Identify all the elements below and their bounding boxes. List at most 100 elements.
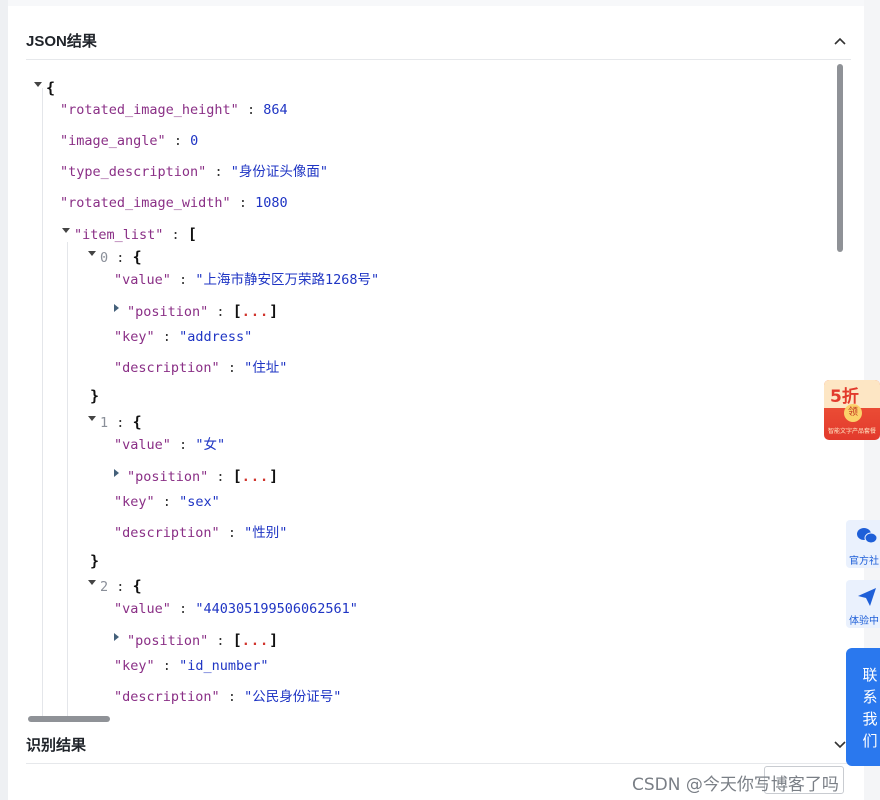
json-ellipsis[interactable]: ... — [242, 304, 269, 320]
coupon-subtitle: 智能文字产品套餐 — [828, 428, 877, 435]
json-key: "key" — [114, 494, 155, 510]
json-item-header[interactable]: 2 : { — [88, 574, 142, 598]
json-row-position[interactable]: "position" : [...] — [114, 628, 278, 652]
json-colon: : — [179, 272, 188, 288]
json-key: "rotated_image_width" — [60, 195, 231, 211]
json-colon: : — [246, 102, 256, 118]
json-colon: : — [216, 633, 225, 649]
json-key: "type_description" — [60, 164, 207, 180]
trial-center-label: 体验中 — [849, 616, 879, 627]
json-close-bracket: ] — [269, 631, 279, 649]
json-open-bracket: [ — [232, 302, 242, 320]
content-panel: JSON结果 { "rotated_image_height" : 864 "i… — [8, 0, 864, 800]
top-divider — [8, 0, 864, 6]
recognition-result-header[interactable]: 识别结果 — [26, 726, 851, 764]
json-key: "value" — [114, 272, 171, 288]
csdn-watermark: CSDN @今天你写博客了吗 — [632, 775, 839, 795]
recognition-result-title: 识别结果 — [26, 737, 87, 754]
json-colon: : — [162, 329, 171, 345]
json-close-bracket: ] — [269, 467, 279, 485]
json-colon: : — [238, 195, 247, 211]
json-open-bracket: [ — [232, 631, 242, 649]
json-value: "sex" — [179, 494, 220, 510]
json-close-brace: } — [90, 387, 100, 405]
json-colon: : — [227, 689, 236, 705]
json-open-brace: { — [46, 79, 56, 97]
json-value: "女" — [195, 437, 226, 453]
json-value: 1080 — [255, 195, 288, 211]
json-key: "description" — [114, 525, 220, 541]
json-row-type-description: "type_description" : "身份证头像面" — [60, 160, 328, 184]
json-key: "value" — [114, 437, 171, 453]
horizontal-scrollbar-thumb[interactable] — [28, 716, 110, 722]
discount-coupon[interactable]: 5折 领 智能文字产品套餐 — [824, 380, 880, 440]
wechat-icon — [856, 526, 878, 550]
json-colon: : — [116, 579, 125, 595]
json-value: "上海市静安区万荣路1268号" — [195, 272, 380, 288]
json-key: "rotated_image_height" — [60, 102, 239, 118]
json-value: "性别" — [244, 525, 288, 541]
json-row-position[interactable]: "position" : [...] — [114, 299, 278, 323]
json-row-description: "description" : "性别" — [114, 521, 287, 545]
json-item-header[interactable]: 0 : { — [88, 245, 142, 269]
json-row-key: "key" : "address" — [114, 325, 252, 349]
caret-right-icon[interactable] — [114, 469, 119, 477]
json-key: "position" — [127, 469, 209, 485]
json-close-bracket: ] — [269, 302, 279, 320]
json-colon: : — [216, 304, 225, 320]
json-item-header[interactable]: 1 : { — [88, 410, 142, 434]
caret-right-icon[interactable] — [114, 304, 119, 312]
caret-down-icon[interactable] — [62, 227, 70, 233]
json-value: "440305199506062561" — [195, 601, 358, 617]
official-community-label: 官方社 — [849, 556, 879, 567]
contact-us-button[interactable]: 联系我们 — [846, 648, 880, 766]
json-result-header[interactable]: JSON结果 — [26, 22, 851, 60]
official-community-button[interactable]: 官方社 — [846, 520, 880, 568]
caret-down-icon[interactable] — [88, 250, 96, 256]
json-open-brace: { — [132, 577, 142, 595]
json-row-item-list[interactable]: "item_list" : [ — [62, 222, 197, 246]
json-colon: : — [116, 415, 125, 431]
caret-down-icon[interactable] — [34, 81, 42, 87]
json-item-close: } — [90, 384, 99, 408]
json-value: "公民身份证号" — [244, 689, 342, 705]
json-root-line[interactable]: { — [34, 76, 55, 100]
json-open-brace: { — [132, 413, 142, 431]
vertical-scrollbar-thumb[interactable] — [837, 64, 843, 252]
json-colon: : — [227, 525, 236, 541]
caret-right-icon[interactable] — [114, 633, 119, 641]
json-row-rotated-image-height: "rotated_image_height" : 864 — [60, 98, 288, 122]
json-value: "身份证头像面" — [230, 164, 328, 180]
json-value: "住址" — [244, 360, 288, 376]
json-ellipsis[interactable]: ... — [242, 633, 269, 649]
json-ellipsis[interactable]: ... — [242, 469, 269, 485]
json-key: "description" — [114, 360, 220, 376]
chevron-up-icon[interactable] — [829, 30, 851, 52]
json-open-brace: { — [132, 248, 142, 266]
json-open-bracket: [ — [187, 225, 197, 243]
json-index: 0 — [100, 250, 109, 266]
json-key: "key" — [114, 329, 155, 345]
json-key: "position" — [127, 633, 209, 649]
json-item-close: } — [90, 549, 99, 573]
trial-center-button[interactable]: 体验中 — [846, 580, 880, 628]
json-key: "position" — [127, 304, 209, 320]
left-edge — [0, 0, 8, 800]
json-value: "address" — [179, 329, 253, 345]
contact-us-label: 联系我们 — [862, 666, 878, 750]
json-colon: : — [162, 494, 171, 510]
json-close-brace: } — [90, 552, 100, 570]
json-colon: : — [214, 164, 223, 180]
json-viewer[interactable]: { "rotated_image_height" : 864 "image_an… — [26, 62, 844, 722]
json-row-position[interactable]: "position" : [...] — [114, 464, 278, 488]
json-key: "value" — [114, 601, 171, 617]
json-colon: : — [162, 658, 171, 674]
json-row-rotated-image-width: "rotated_image_width" : 1080 — [60, 191, 288, 215]
caret-down-icon[interactable] — [88, 415, 96, 421]
json-colon: : — [179, 437, 188, 453]
json-row-value: "value" : "440305199506062561" — [114, 597, 358, 621]
caret-down-icon[interactable] — [88, 579, 96, 585]
indent-guide — [67, 242, 68, 722]
json-row-description: "description" : "公民身份证号" — [114, 685, 341, 709]
json-row-value: "value" : "上海市静安区万荣路1268号" — [114, 268, 379, 292]
